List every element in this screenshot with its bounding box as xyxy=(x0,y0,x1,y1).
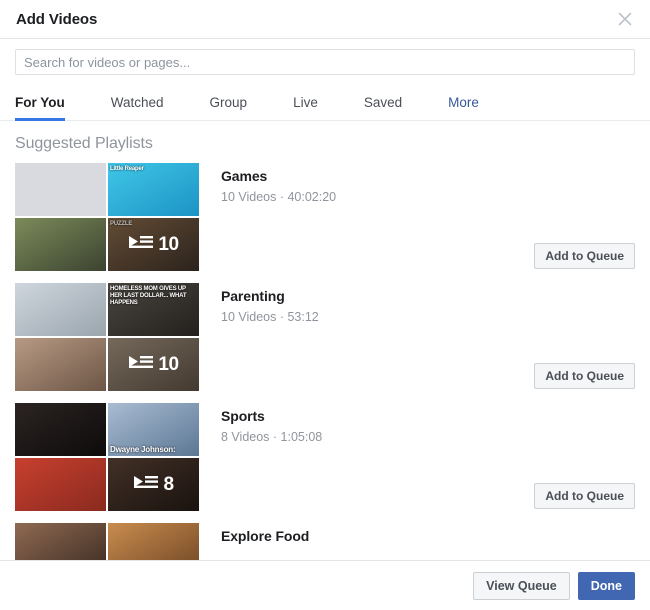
add-to-queue-button[interactable]: Add to Queue xyxy=(534,363,635,389)
playlist-row[interactable]: Little Reaper PUZZLE 10 Games 10 Videos · 40… xyxy=(0,163,650,283)
add-to-queue-cell: Add to Queue xyxy=(534,363,635,391)
playlist-meta: 8 Videos · 1:05:08 xyxy=(221,430,323,444)
playlist-thumbnail: Dwayne Johnson: xyxy=(108,403,199,456)
playlist-scroll-area[interactable]: Suggested Playlists Little Reaper PUZZLE 1… xyxy=(0,121,650,561)
playlist-thumbnail xyxy=(108,523,199,560)
playlist-meta: 10 Videos · 40:02:20 xyxy=(221,190,337,204)
playlist-thumbnail-grid: HOMELESS MOM GIVES UP HER LAST DOLLAR...… xyxy=(15,283,203,391)
play-queue-icon xyxy=(128,354,154,375)
playlist-thumbnail xyxy=(15,458,106,511)
thumbnail-caption: Little Reaper xyxy=(110,166,144,172)
playlist-thumbnail xyxy=(15,218,106,271)
playlist-info: Sports 8 Videos · 1:05:08 xyxy=(203,403,534,446)
tab-more[interactable]: More xyxy=(448,95,479,120)
video-count: 10 xyxy=(158,234,179,255)
playlist-info: Explore Food xyxy=(203,523,635,545)
playlist-thumbnail: PUZZLE 10 xyxy=(108,218,199,271)
tab-bar: For You Watched Group Live Saved More xyxy=(0,83,650,121)
playlist-name[interactable]: Explore Food xyxy=(221,527,635,545)
add-to-queue-button[interactable]: Add to Queue xyxy=(534,483,635,509)
video-count: 10 xyxy=(158,354,179,375)
view-queue-button[interactable]: View Queue xyxy=(473,571,570,600)
add-to-queue-button[interactable]: Add to Queue xyxy=(534,243,635,269)
add-videos-dialog: Add Videos For You Watched Group Live Saved M… xyxy=(0,0,650,610)
playlist-meta: 10 Videos · 53:12 xyxy=(221,310,319,324)
tab-for-you[interactable]: For You xyxy=(15,95,65,121)
thumbnail-caption: HOMELESS MOM GIVES UP HER LAST DOLLAR...… xyxy=(110,286,187,306)
playlist-name[interactable]: Sports xyxy=(221,407,534,425)
search-bar xyxy=(0,39,650,83)
playlist-thumbnail xyxy=(15,403,106,456)
playlist-row[interactable]: Dwayne Johnson: 8 Sports 8 Videos · 1:05:08… xyxy=(0,403,650,523)
section-title: Suggested Playlists xyxy=(15,135,153,152)
playlist-thumbnail xyxy=(15,523,106,560)
search-input[interactable] xyxy=(15,49,635,75)
done-button[interactable]: Done xyxy=(577,571,635,600)
playlist-name[interactable]: Parenting xyxy=(221,287,534,305)
playlist-thumbnail xyxy=(15,283,106,336)
tab-saved[interactable]: Saved xyxy=(364,95,402,120)
playlist-row[interactable]: HOMELESS MOM GIVES UP HER LAST DOLLAR...… xyxy=(0,283,650,403)
playlist-thumbnail xyxy=(15,163,106,216)
video-count: 8 xyxy=(163,474,174,495)
tab-watched[interactable]: Watched xyxy=(111,95,164,120)
add-to-queue-cell: Add to Queue xyxy=(534,243,635,271)
play-queue-icon xyxy=(128,234,154,255)
playlist-thumbnail: 8 xyxy=(108,458,199,511)
playlist-thumbnail: 10 xyxy=(108,338,199,391)
playlist-name[interactable]: Games xyxy=(221,167,534,185)
playlist-list: Little Reaper PUZZLE 10 Games 10 Videos · 40… xyxy=(0,163,650,560)
tab-group[interactable]: Group xyxy=(210,95,248,120)
tab-live[interactable]: Live xyxy=(293,95,318,120)
playlist-thumbnail-grid: Little Reaper PUZZLE 10 xyxy=(15,163,203,271)
page-title: Add Videos xyxy=(16,10,98,28)
playlist-info: Parenting 10 Videos · 53:12 xyxy=(203,283,534,326)
add-to-queue-cell: Add to Queue xyxy=(534,483,635,511)
playlist-thumbnail-grid xyxy=(15,523,203,560)
video-count-overlay: 10 xyxy=(108,218,199,271)
playlist-thumbnail-grid: Dwayne Johnson: 8 xyxy=(15,403,203,511)
playlist-thumbnail: HOMELESS MOM GIVES UP HER LAST DOLLAR...… xyxy=(108,283,199,336)
playlist-info: Games 10 Videos · 40:02:20 xyxy=(203,163,534,206)
dialog-footer: View Queue Done xyxy=(0,561,650,610)
playlist-row[interactable]: Explore Food xyxy=(0,523,650,560)
video-count-overlay: 8 xyxy=(108,458,199,511)
playlist-thumbnail xyxy=(15,338,106,391)
playlist-thumbnail: Little Reaper xyxy=(108,163,199,216)
dialog-header: Add Videos xyxy=(0,0,650,39)
thumbnail-caption: Dwayne Johnson: xyxy=(110,445,176,454)
close-icon[interactable] xyxy=(612,6,638,32)
video-count-overlay: 10 xyxy=(108,338,199,391)
play-queue-icon xyxy=(133,474,159,495)
